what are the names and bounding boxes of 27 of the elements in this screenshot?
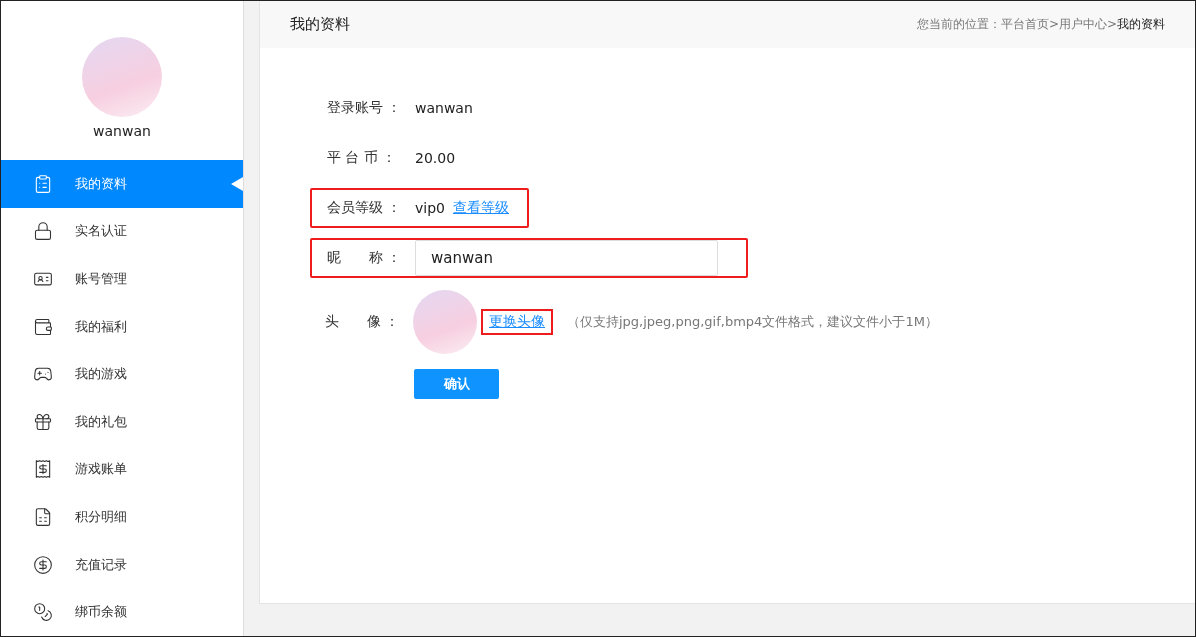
field-value: 20.00 <box>415 150 456 166</box>
breadcrumb-link[interactable]: 用户中心> <box>1058 16 1117 33</box>
format-hint: （仅支持jpg,jpeg,png,gif,bmp4文件格式，建议文件小于1M） <box>567 313 938 331</box>
sidebar-item[interactable]: 我的资料 <box>1 159 243 208</box>
menu-icon <box>33 507 53 528</box>
breadcrumb-link[interactable]: 平台首页> <box>1000 16 1059 33</box>
menu-icon <box>33 316 53 337</box>
breadcrumb-label: 您当前的位置： <box>916 16 1001 33</box>
page-title: 我的资料 <box>290 15 350 34</box>
menu-icon <box>33 411 53 432</box>
field-value: vip0 <box>415 200 445 216</box>
field-label: 头 像 ： <box>325 313 401 331</box>
field-label: 平 台 币 ： <box>327 149 398 167</box>
field-label: 登录账号 ： <box>327 99 403 117</box>
field-value: wanwan <box>415 100 473 116</box>
menu-icon <box>33 221 53 242</box>
menu-icon <box>33 173 53 194</box>
view-level-link[interactable]: 查看等级 <box>452 199 509 217</box>
breadcrumb-current: 我的资料 <box>1117 16 1165 33</box>
username: wanwan <box>93 123 151 139</box>
change-avatar-link[interactable]: 更换头像 <box>489 313 545 331</box>
nickname-input[interactable]: wanwan <box>415 240 718 276</box>
menu-icon <box>33 459 53 480</box>
field-label: 会员等级 ： <box>327 199 403 217</box>
field-label: 昵 称 ： <box>327 249 403 267</box>
menu-icon <box>33 602 53 623</box>
menu-icon <box>33 554 53 575</box>
